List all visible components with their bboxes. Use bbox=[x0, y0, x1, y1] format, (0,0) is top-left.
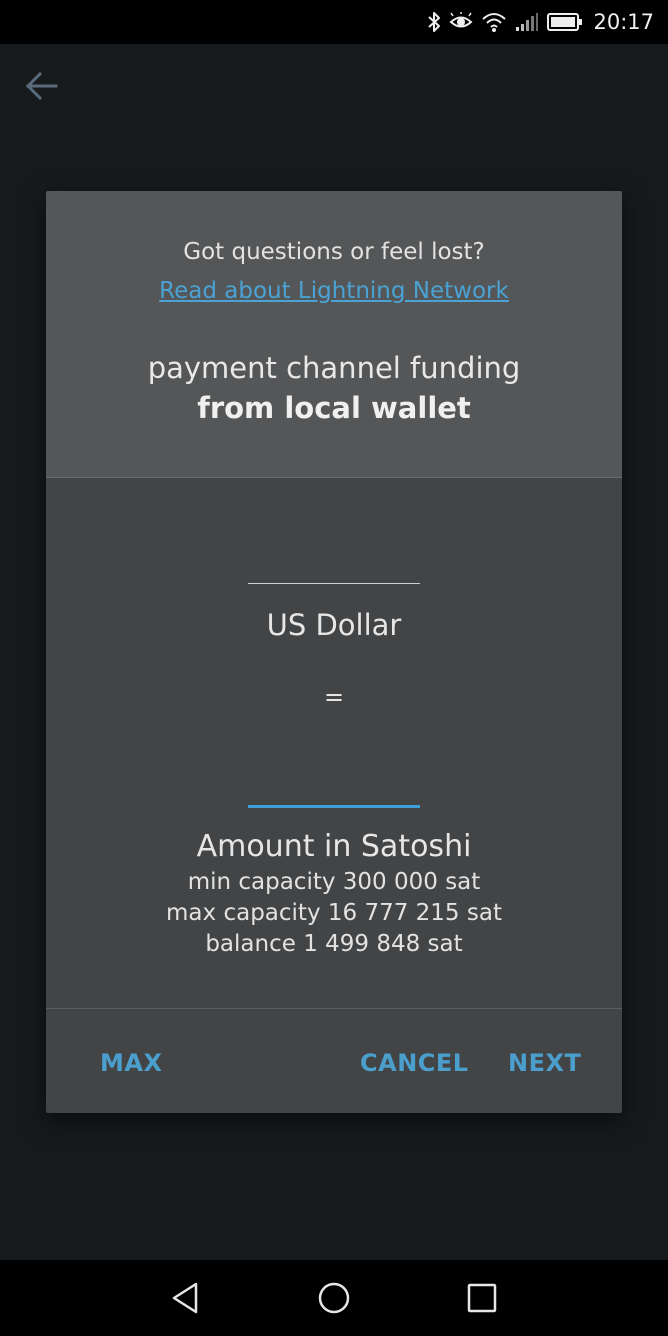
usd-amount-input[interactable] bbox=[248, 543, 420, 584]
dialog-divider bbox=[46, 1008, 622, 1009]
lightning-network-link[interactable]: Read about Lightning Network bbox=[46, 278, 622, 304]
cancel-button[interactable]: CANCEL bbox=[360, 1049, 469, 1077]
status-time: 20:17 bbox=[593, 10, 654, 34]
satoshi-amount-input[interactable] bbox=[248, 765, 420, 808]
min-capacity-text: min capacity 300 000 sat bbox=[187, 869, 481, 895]
usd-label: US Dollar bbox=[266, 608, 402, 642]
battery-icon bbox=[547, 12, 583, 32]
nav-recent-icon bbox=[464, 1283, 500, 1320]
navigation-bar bbox=[0, 1260, 668, 1336]
status-bar: 20:17 bbox=[0, 0, 668, 44]
nav-recent-button[interactable] bbox=[464, 1280, 500, 1316]
nav-home-button[interactable] bbox=[316, 1280, 352, 1316]
help-text: Got questions or feel lost? bbox=[183, 239, 485, 265]
eye-icon bbox=[449, 12, 473, 32]
balance-text: balance 1 499 848 sat bbox=[205, 931, 463, 957]
arrow-left-icon bbox=[22, 71, 62, 110]
dialog-subtitle: from local wallet bbox=[197, 391, 471, 425]
funding-dialog: Got questions or feel lost? Read about L… bbox=[46, 191, 622, 1113]
back-button[interactable] bbox=[22, 66, 62, 106]
satoshi-label: Amount in Satoshi bbox=[196, 829, 472, 864]
status-icons: 20:17 bbox=[427, 0, 668, 44]
app-bar bbox=[0, 44, 668, 128]
signal-icon bbox=[515, 12, 539, 32]
max-capacity-text: max capacity 16 777 215 sat bbox=[166, 900, 502, 926]
dialog-title: payment channel funding bbox=[147, 351, 521, 385]
dialog-header: Got questions or feel lost? Read about L… bbox=[46, 191, 622, 478]
next-button[interactable]: NEXT bbox=[508, 1049, 581, 1077]
bluetooth-icon bbox=[427, 11, 441, 33]
max-button[interactable]: MAX bbox=[100, 1049, 162, 1077]
nav-back-button[interactable] bbox=[168, 1280, 204, 1316]
wifi-icon bbox=[481, 11, 507, 33]
nav-back-icon bbox=[168, 1282, 204, 1320]
equals-sign: = bbox=[323, 683, 345, 711]
nav-home-icon bbox=[316, 1282, 352, 1320]
